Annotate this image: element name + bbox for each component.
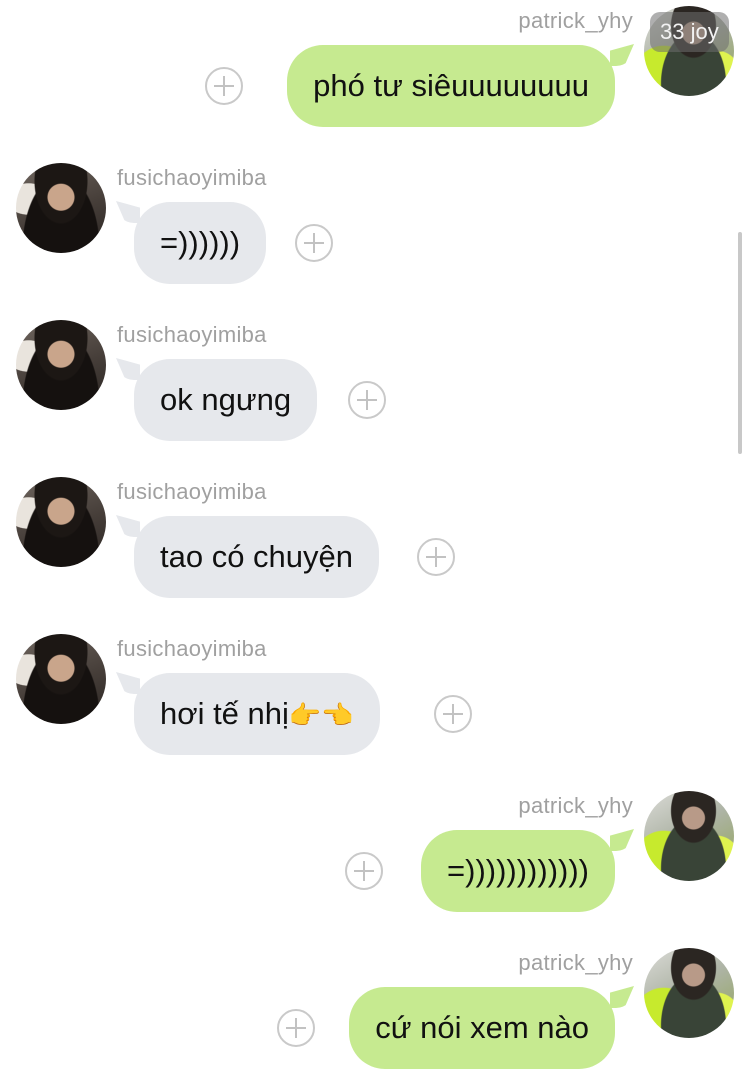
avatar[interactable]	[16, 477, 106, 567]
bubble-tail	[116, 672, 140, 694]
chat-view[interactable]: patrick_yhy phó tư siêuuuuuuuu fusichaoy…	[0, 0, 750, 1086]
message-text: tao có chuyện	[160, 539, 354, 574]
message-text: hơi tế nhị	[160, 696, 289, 731]
avatar[interactable]	[644, 948, 734, 1038]
bubble-tail	[116, 201, 140, 223]
add-reaction-button[interactable]	[277, 1009, 315, 1047]
avatar[interactable]	[16, 634, 106, 724]
bubble-tail	[610, 44, 634, 66]
sender-name: fusichaoyimiba	[117, 479, 267, 504]
message-bubble[interactable]: phó tư siêuuuuuuuu	[287, 45, 615, 127]
message-bubble[interactable]: ok ngưng	[134, 359, 318, 441]
add-reaction-button[interactable]	[348, 381, 386, 419]
message-text: cứ nói xem nào	[375, 1010, 589, 1045]
scrollbar[interactable]	[738, 232, 742, 454]
avatar[interactable]	[16, 320, 106, 410]
message-bubble[interactable]: tao có chuyện	[134, 516, 380, 598]
sender-name: patrick_yhy	[518, 950, 633, 975]
avatar[interactable]	[16, 163, 106, 253]
message-text: phó tư siêuuuuuuuu	[313, 68, 589, 103]
pointing-fingers-emoji: 👉👈	[288, 701, 354, 731]
avatar[interactable]	[644, 791, 734, 881]
bubble-tail	[116, 358, 140, 380]
add-reaction-button[interactable]	[295, 224, 333, 262]
message-bubble[interactable]: hơi tế nhị👉👈	[134, 673, 380, 755]
message-text: ok ngưng	[160, 382, 292, 417]
message-bubble[interactable]: =))))))))))))	[421, 830, 615, 912]
add-reaction-button[interactable]	[205, 67, 243, 105]
add-reaction-button[interactable]	[434, 695, 472, 733]
message-bubble[interactable]: =))))))	[134, 202, 267, 284]
sender-name: fusichaoyimiba	[117, 636, 267, 661]
sender-name: fusichaoyimiba	[117, 165, 267, 190]
add-reaction-button[interactable]	[417, 538, 455, 576]
message-text: =))))))))))))	[447, 853, 589, 888]
bubble-tail	[610, 986, 634, 1008]
bubble-tail	[116, 515, 140, 537]
sender-name: patrick_yhy	[518, 793, 633, 818]
message-bubble[interactable]: cứ nói xem nào	[349, 987, 615, 1069]
overlay-badge: 33 joy	[650, 12, 729, 52]
add-reaction-button[interactable]	[345, 852, 383, 890]
sender-name: patrick_yhy	[518, 8, 633, 33]
sender-name: fusichaoyimiba	[117, 322, 267, 347]
message-text: =))))))	[160, 225, 241, 260]
bubble-tail	[610, 829, 634, 851]
